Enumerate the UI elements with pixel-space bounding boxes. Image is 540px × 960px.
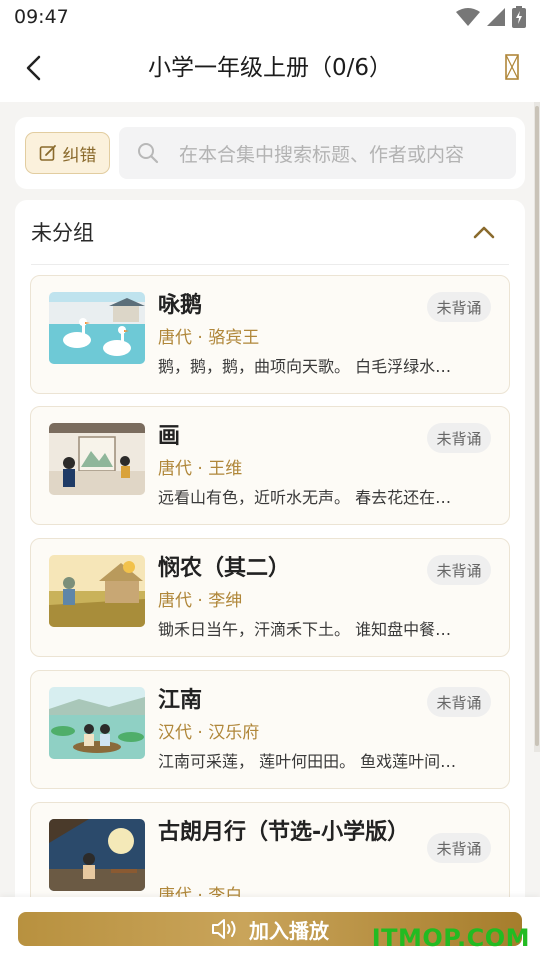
group-title: 未分组 [31, 221, 94, 245]
group-header[interactable]: 未分组 [15, 200, 525, 264]
search-placeholder: 在本合集中搜索标题、作者或内容 [179, 143, 465, 166]
poem-title: 咏鹅 [158, 293, 203, 318]
wifi-icon [456, 8, 480, 26]
status-bar: 09:47 [0, 0, 540, 34]
status-time: 09:47 [14, 6, 69, 28]
chevron-up-icon [473, 226, 495, 239]
back-button[interactable] [14, 48, 54, 88]
search-input[interactable]: 在本合集中搜索标题、作者或内容 [119, 127, 516, 179]
list-item[interactable]: 江南 汉代 · 汉乐府 江南可采莲， 莲叶何田田。 鱼戏莲叶间… 未背诵 [30, 670, 510, 789]
poem-author: 唐代 · 骆宾王 [158, 328, 260, 348]
poem-thumbnail [49, 687, 145, 759]
back-icon [26, 55, 41, 81]
poem-thumbnail [49, 292, 145, 364]
poem-title: 画 [158, 424, 181, 449]
poem-thumbnail [49, 423, 145, 495]
app-bar: 小学一年级上册（0/6） [0, 34, 540, 102]
poem-title: 悯农（其二） [158, 556, 291, 581]
battery-icon [512, 6, 526, 28]
status-badge: 未背诵 [427, 687, 491, 717]
collapse-toggle[interactable] [469, 217, 499, 247]
list-item[interactable]: 咏鹅 唐代 · 骆宾王 鹅，鹅，鹅，曲项向天歌。 白毛浮绿水… 未背诵 [30, 275, 510, 394]
list-item[interactable]: 画 唐代 · 王维 远看山有色，近听水无声。 春去花还在… 未背诵 [30, 406, 510, 525]
group-card: 未分组 咏鹅 唐代 · 骆宾王 鹅，鹅，鹅，曲项向天歌。 白毛浮绿水… 未背诵 … [15, 200, 525, 921]
poem-excerpt: 鹅，鹅，鹅，曲项向天歌。 白毛浮绿水… [158, 357, 452, 376]
correct-button-label: 纠错 [62, 145, 97, 166]
menu-button[interactable] [502, 52, 522, 82]
divider [31, 264, 509, 265]
status-badge: 未背诵 [427, 292, 491, 322]
speaker-icon [212, 919, 236, 939]
status-badge: 未背诵 [427, 833, 491, 863]
poem-author: 唐代 · 李绅 [158, 591, 243, 611]
search-icon [138, 143, 159, 164]
add-to-playlist-label: 加入播放 [249, 918, 329, 943]
poem-thumbnail [49, 555, 145, 627]
correct-button[interactable]: 纠错 [25, 132, 110, 174]
poem-excerpt: 锄禾日当午，汗滴禾下土。 谁知盘中餐… [158, 620, 452, 639]
scrollbar-thumb[interactable] [535, 106, 539, 746]
page-title: 小学一年级上册（0/6） [147, 55, 392, 81]
poem-title: 古朗月行（节选-小学版） [158, 820, 410, 845]
watermark: ITMOP.COM [371, 924, 530, 952]
poem-author: 唐代 · 王维 [158, 459, 243, 479]
poem-thumbnail [49, 819, 145, 891]
poem-title: 江南 [158, 688, 203, 713]
status-badge: 未背诵 [427, 423, 491, 453]
menu-icon [505, 54, 519, 80]
poem-excerpt: 远看山有色，近听水无声。 春去花还在… [158, 488, 452, 507]
list-item[interactable]: 悯农（其二） 唐代 · 李绅 锄禾日当午，汗滴禾下土。 谁知盘中餐… 未背诵 [30, 538, 510, 657]
edit-icon [39, 145, 56, 161]
status-badge: 未背诵 [427, 555, 491, 585]
poem-author: 汉代 · 汉乐府 [158, 723, 260, 743]
signal-icon [487, 8, 505, 26]
search-card: 纠错 在本合集中搜索标题、作者或内容 [15, 117, 525, 189]
status-icons [456, 6, 526, 28]
poem-excerpt: 江南可采莲， 莲叶何田田。 鱼戏莲叶间… [158, 752, 457, 771]
